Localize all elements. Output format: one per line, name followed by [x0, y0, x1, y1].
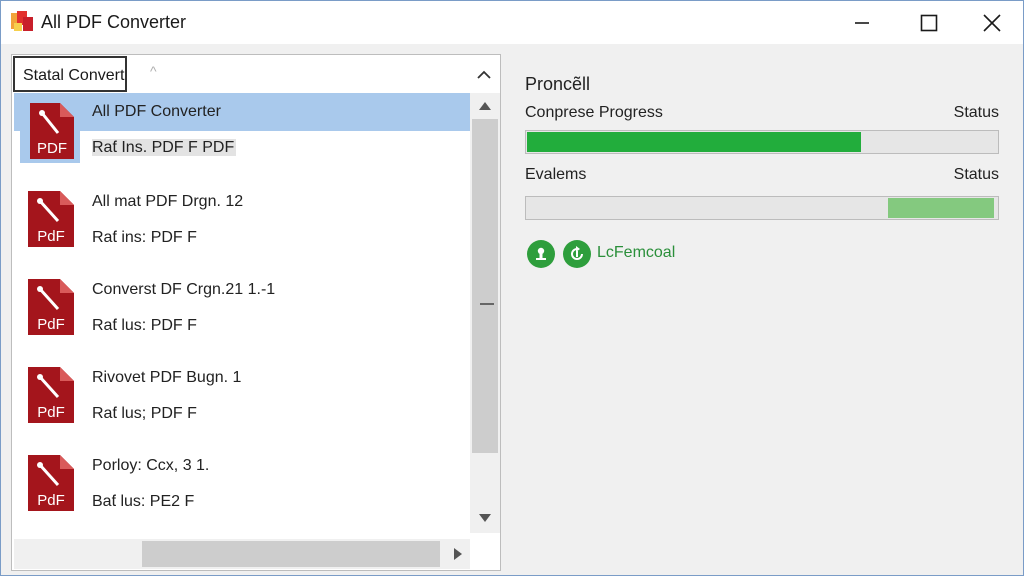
horizontal-scroll-thumb[interactable] [142, 541, 440, 567]
horizontal-scrollbar[interactable] [14, 539, 470, 569]
pdf-thumb-label: PdF [37, 492, 65, 509]
pdf-thumb-label: PdF [37, 316, 65, 333]
item-title: All PDF Converter [92, 103, 221, 120]
pdf-thumb-label: PdF [37, 228, 65, 245]
pdf-file-icon: PdF [28, 455, 74, 511]
triangle-right-icon [454, 548, 462, 560]
triangle-down-icon [479, 514, 491, 522]
pdf-thumb-label: PdF [37, 404, 65, 421]
compress-progress-bar [525, 130, 999, 154]
pdf-file-icon: PdF [28, 367, 74, 423]
refresh-button[interactable] [563, 240, 591, 268]
progress1-status: Status [953, 104, 999, 121]
combo-collapse-button[interactable] [470, 61, 498, 89]
item-title: Converst DF Crgn.21 1.-1 [92, 281, 276, 298]
app-logo-icon [11, 11, 33, 31]
item-title: Rivovet PDF Bugn. 1 [92, 369, 242, 386]
refresh-icon [571, 246, 583, 260]
list-item[interactable]: PdF Rivovet PDF Bugn. 1 Raƭ lus; PDF F [14, 357, 470, 443]
maximize-button[interactable] [906, 7, 952, 39]
progress1-label: Conprese Progress [525, 104, 663, 121]
evaluation-progress-bar [525, 196, 999, 220]
scroll-up-button[interactable] [470, 93, 500, 119]
vertical-scrollbar[interactable] [470, 93, 500, 533]
chevron-up-icon [477, 70, 491, 79]
pdf-thumb-label: PDF [37, 140, 67, 157]
action-link[interactable]: LcFemcoal [597, 244, 675, 262]
item-subtitle: Raƭ Ins. PDF F PDF [92, 139, 237, 156]
thumb-grip [480, 303, 494, 305]
list-item[interactable]: PDF All PDF Converter Raƭ Ins. PDF F PDF [14, 93, 470, 179]
item-title: All mat PDF Drgn. 12 [92, 193, 244, 210]
progress2-label: Evalems [525, 166, 587, 183]
combo-caret: ^ [150, 63, 157, 79]
scroll-right-button[interactable] [446, 539, 470, 569]
evaluation-progress-fill [888, 198, 994, 218]
list-item[interactable]: PdF All mat PDF Drgn. 12 Raƭ ins: PDF F [14, 181, 470, 267]
item-subtitle-wrap: Raƭ Ins. PDF F PDF [92, 139, 237, 157]
file-list: PDF All PDF Converter Raƭ Ins. PDF F PDF… [14, 93, 470, 533]
maximize-icon [920, 14, 938, 32]
item-subtitle: Baƭ lus: PE2 F [92, 493, 195, 510]
item-subtitle: Raƭ lus: PDF F [92, 317, 197, 334]
title-bar: All PDF Converter [0, 0, 1024, 44]
list-item[interactable]: PdF Porloy: Ccx, 3 1. Baƭ lus: PE2 F [14, 445, 470, 531]
selection-highlight [14, 93, 470, 131]
close-button[interactable] [969, 7, 1015, 39]
scroll-down-button[interactable] [470, 505, 500, 531]
pdf-file-icon: PdF [28, 191, 74, 247]
minimize-icon [855, 22, 869, 24]
compress-progress-fill [527, 132, 861, 152]
client-area: Statal Convert ^ PDF All PDF Converter R… [0, 44, 1024, 576]
pdf-file-icon: PdF [28, 279, 74, 335]
item-title: Porloy: Ccx, 3 1. [92, 457, 210, 474]
panel-heading: Proncẽll [525, 74, 591, 94]
minimize-button[interactable] [839, 7, 885, 39]
download-icon [536, 247, 546, 260]
list-item[interactable]: PdF Converst DF Crgn.21 1.-1 Raƭ lus: PD… [14, 269, 470, 355]
window-title: All PDF Converter [41, 12, 187, 32]
file-list-panel: Statal Convert ^ PDF All PDF Converter R… [11, 54, 501, 571]
vertical-scroll-thumb[interactable] [472, 119, 498, 453]
download-button[interactable] [527, 240, 555, 268]
pdf-file-icon: PDF [20, 99, 80, 163]
item-subtitle: Raƭ ins: PDF F [92, 229, 197, 246]
converter-combo-field[interactable]: Statal Convert [13, 56, 127, 92]
progress-panel: Proncẽll Conprese Progress Status Evalem… [511, 54, 1011, 554]
triangle-up-icon [479, 102, 491, 110]
close-icon [983, 14, 1001, 32]
item-subtitle: Raƭ lus; PDF F [92, 405, 197, 422]
progress2-status: Status [953, 166, 999, 183]
